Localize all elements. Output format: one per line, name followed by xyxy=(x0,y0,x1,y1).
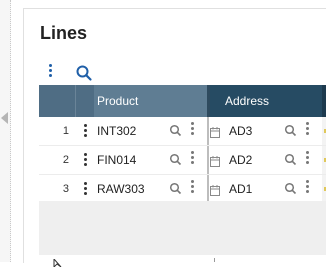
collapse-arrow-icon[interactable] xyxy=(1,112,8,124)
product-cell[interactable]: INT302 xyxy=(97,117,136,145)
next-column-edge xyxy=(322,146,326,174)
actions-menu-kebab-icon[interactable] xyxy=(47,64,53,80)
column-header-product[interactable]: Product xyxy=(94,85,207,117)
address-cell[interactable]: AD1 xyxy=(229,175,252,203)
calendar-icon xyxy=(210,125,220,138)
address-field-kebab-icon[interactable] xyxy=(306,122,309,135)
address-cell[interactable]: AD3 xyxy=(229,117,252,145)
product-lookup-search-icon[interactable] xyxy=(169,124,182,137)
left-collapse-gutter[interactable] xyxy=(0,0,11,262)
mouse-pointer-icon xyxy=(53,254,65,269)
product-field-kebab-icon[interactable] xyxy=(191,180,194,193)
product-cell[interactable]: RAW303 xyxy=(97,175,145,203)
address-cell[interactable]: AD2 xyxy=(229,146,252,174)
product-lookup-search-icon[interactable] xyxy=(169,182,182,195)
calendar-icon xyxy=(210,154,220,167)
grid-footer-bar xyxy=(39,201,326,255)
column-header-address[interactable]: Address xyxy=(210,85,322,117)
product-field-kebab-icon[interactable] xyxy=(191,151,194,164)
address-field-kebab-icon[interactable] xyxy=(306,180,309,193)
next-column-edge xyxy=(322,175,326,203)
search-icon[interactable] xyxy=(75,64,93,82)
panel-title: Lines xyxy=(40,23,88,43)
product-cell[interactable]: FIN014 xyxy=(97,146,136,174)
address-lookup-search-icon[interactable] xyxy=(284,153,297,166)
resize-handle[interactable] xyxy=(214,258,220,262)
row-number: 3 xyxy=(62,183,69,195)
table-row[interactable]: 1 INT302 AD3 xyxy=(39,117,326,146)
row-number: 1 xyxy=(62,125,69,137)
address-lookup-search-icon[interactable] xyxy=(284,124,297,137)
next-column-edge xyxy=(322,117,326,145)
product-field-kebab-icon[interactable] xyxy=(191,122,194,135)
product-lookup-search-icon[interactable] xyxy=(169,153,182,166)
lines-panel: Lines Product Address 1 INT302 AD3 2 FIN… xyxy=(23,8,326,263)
row-actions-kebab-icon[interactable] xyxy=(84,124,87,137)
row-actions-kebab-icon[interactable] xyxy=(84,182,87,195)
address-lookup-search-icon[interactable] xyxy=(284,182,297,195)
row-actions-kebab-icon[interactable] xyxy=(84,153,87,166)
table-row[interactable]: 3 RAW303 AD1 xyxy=(39,175,326,204)
address-field-kebab-icon[interactable] xyxy=(306,151,309,164)
grid-header: Product Address xyxy=(39,85,326,117)
row-number: 2 xyxy=(62,154,69,166)
calendar-icon xyxy=(210,183,220,196)
table-row[interactable]: 2 FIN014 AD2 xyxy=(39,146,326,175)
